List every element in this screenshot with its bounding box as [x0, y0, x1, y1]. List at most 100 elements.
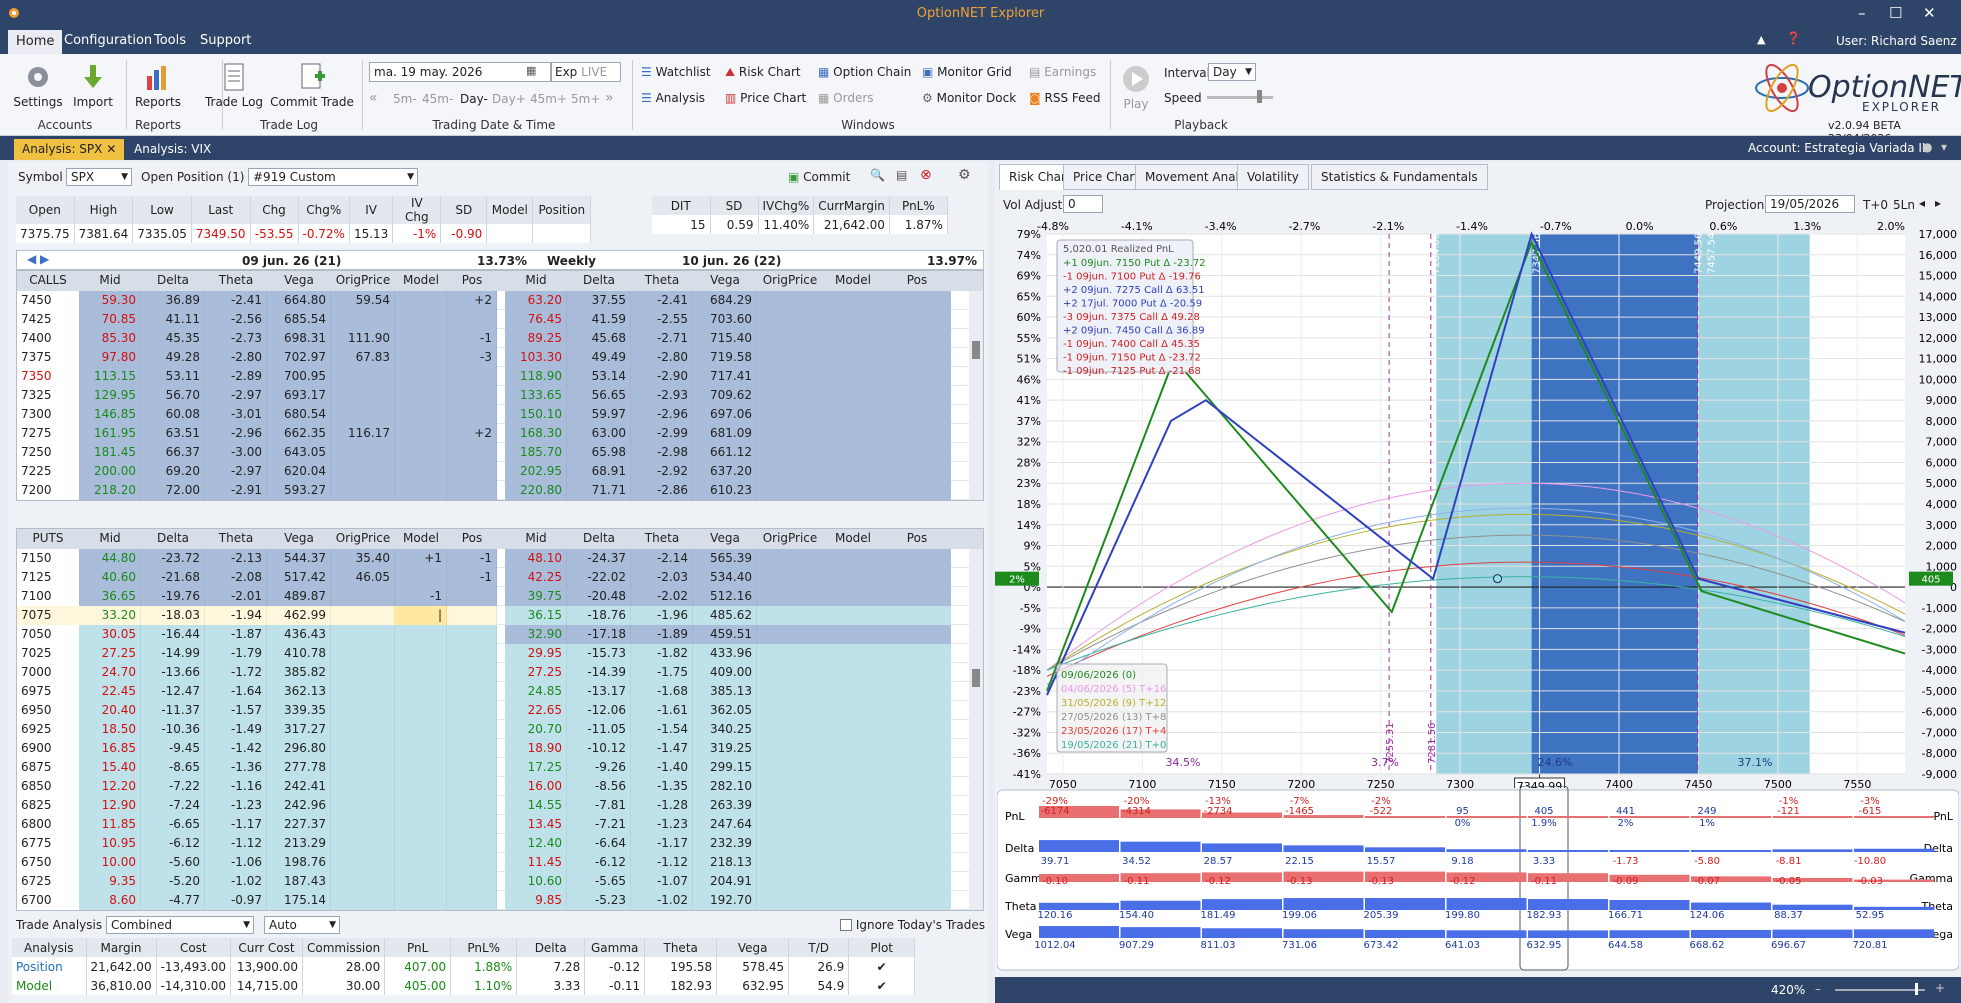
weekly-empty-cell[interactable] — [757, 367, 823, 386]
chain-cell[interactable] — [447, 872, 497, 891]
chain-cell[interactable] — [395, 872, 447, 891]
column-header[interactable]: Delta — [567, 273, 631, 287]
chain-cell[interactable] — [331, 644, 395, 663]
weekly-empty-cell[interactable] — [823, 291, 883, 310]
chain-cell[interactable] — [331, 682, 395, 701]
ignore-trades-checkbox[interactable]: Ignore Today's Trades — [840, 918, 985, 932]
chain-cell[interactable]: +2 — [447, 424, 497, 443]
chain-cell[interactable] — [447, 815, 497, 834]
step-45m-fwd[interactable]: 45m+ — [530, 92, 567, 106]
weekly-empty-cell[interactable] — [757, 549, 823, 568]
column-header[interactable]: Pos — [883, 531, 951, 545]
calls-row[interactable]: 7450 59.30 36.89 -2.41 664.80 59.54 +2 63.20 37.… — [17, 291, 983, 310]
chain-cell[interactable] — [395, 663, 447, 682]
puts-row[interactable]: 7150 44.80 -23.72 -2.13 544.37 35.40 +1 -1 48.10… — [17, 549, 983, 568]
weekly-empty-cell[interactable] — [883, 834, 951, 853]
trade-header[interactable]: Margin — [86, 938, 157, 957]
column-header[interactable]: Vega — [693, 273, 757, 287]
weekly-empty-cell[interactable] — [883, 424, 951, 443]
collapse-ribbon-icon[interactable]: ▲ — [1757, 33, 1765, 46]
trading-date-field[interactable]: ma. 19 may. 2026 — [369, 62, 551, 82]
trade-cell[interactable]: ✔ — [848, 957, 916, 976]
chain-cell[interactable] — [395, 367, 447, 386]
weekly-empty-cell[interactable] — [757, 625, 823, 644]
column-header[interactable]: Theta — [205, 273, 267, 287]
chain-cell[interactable] — [395, 386, 447, 405]
column-header[interactable]: Theta — [631, 531, 693, 545]
column-header[interactable]: Theta — [631, 273, 693, 287]
play-button[interactable]: Play — [1118, 64, 1154, 111]
column-header[interactable]: OrigPrice — [331, 273, 395, 287]
chain-cell[interactable] — [447, 834, 497, 853]
step-fwd-icon[interactable]: » — [605, 90, 614, 106]
interval-select[interactable]: Day ▼ — [1208, 63, 1256, 81]
commit-trade-button[interactable]: Commit Trade — [270, 62, 354, 109]
delete-icon[interactable]: ⊗ — [920, 167, 932, 183]
weekly-empty-cell[interactable] — [823, 644, 883, 663]
trade-header[interactable]: Analysis — [12, 938, 87, 957]
exp-live-toggle[interactable]: Exp LIVE — [551, 62, 621, 82]
chain-cell[interactable]: | — [395, 606, 447, 625]
chain-cell[interactable] — [447, 625, 497, 644]
trade-log-button[interactable]: Trade Log — [204, 62, 264, 109]
chain-cell[interactable] — [395, 758, 447, 777]
risk-chart-button[interactable]: ⛰ Risk Chart — [725, 65, 801, 80]
column-header[interactable]: Model — [823, 273, 883, 287]
chain-cell[interactable] — [447, 462, 497, 481]
weekly-empty-cell[interactable] — [883, 367, 951, 386]
projection-date-select[interactable]: 19/05/2026 — [1765, 195, 1855, 213]
column-header[interactable]: Delta — [141, 273, 205, 287]
column-header[interactable]: Delta — [567, 531, 631, 545]
chain-cell[interactable] — [331, 663, 395, 682]
trade-row[interactable]: Position 21,642.00 -13,493.00 13,900.00 28.0… — [12, 957, 916, 976]
chain-cell[interactable] — [395, 329, 447, 348]
chain-cell[interactable] — [331, 796, 395, 815]
column-header[interactable]: Vega — [693, 531, 757, 545]
orders-button[interactable]: ▦ Orders — [818, 91, 874, 105]
chain-cell[interactable] — [447, 367, 497, 386]
chain-cell[interactable] — [331, 606, 395, 625]
weekly-empty-cell[interactable] — [883, 853, 951, 872]
weekly-empty-cell[interactable] — [883, 405, 951, 424]
chain-cell[interactable] — [395, 720, 447, 739]
chain-cell[interactable] — [395, 424, 447, 443]
weekly-empty-cell[interactable] — [757, 310, 823, 329]
column-header[interactable]: OrigPrice — [757, 531, 823, 545]
weekly-empty-cell[interactable] — [883, 549, 951, 568]
chain-cell[interactable]: 67.83 — [331, 348, 395, 367]
puts-row[interactable]: 6850 12.20 -7.22 -1.16 242.41 16.00 -8.56 -1.35… — [17, 777, 983, 796]
weekly-empty-cell[interactable] — [757, 796, 823, 815]
chain-cell[interactable]: -1 — [447, 568, 497, 587]
calls-row[interactable]: 7400 85.30 45.35 -2.73 698.31 111.90 -1 89.25 45… — [17, 329, 983, 348]
weekly-empty-cell[interactable] — [823, 663, 883, 682]
weekly-empty-cell[interactable] — [823, 606, 883, 625]
weekly-empty-cell[interactable] — [823, 549, 883, 568]
tab-statistics-fundamentals[interactable]: Statistics & Fundamentals — [1311, 164, 1488, 190]
column-header[interactable]: Mid — [79, 531, 141, 545]
weekly-empty-cell[interactable] — [823, 386, 883, 405]
zoom-slider[interactable] — [1835, 989, 1925, 991]
chain-cell[interactable]: 111.90 — [331, 329, 395, 348]
puts-row[interactable]: 7075 33.20 -18.03 -1.94 462.99 | 36.15 -18.76 -1… — [17, 606, 983, 625]
weekly-empty-cell[interactable] — [883, 682, 951, 701]
zoom-out-icon[interactable]: – — [1815, 982, 1821, 996]
column-header[interactable]: Mid — [505, 273, 567, 287]
menu-support[interactable]: Support — [194, 33, 257, 48]
weekly-empty-cell[interactable] — [823, 834, 883, 853]
column-header[interactable]: Vega — [267, 531, 331, 545]
chain-cell[interactable] — [447, 644, 497, 663]
weekly-empty-cell[interactable] — [823, 720, 883, 739]
speed-slider-handle[interactable] — [1257, 90, 1262, 103]
chain-cell[interactable] — [447, 758, 497, 777]
chain-cell[interactable] — [447, 443, 497, 462]
weekly-empty-cell[interactable] — [757, 853, 823, 872]
puts-row[interactable]: 6925 18.50 -10.36 -1.49 317.27 20.70 -11.05 -1.… — [17, 720, 983, 739]
chain-cell[interactable] — [395, 291, 447, 310]
option-chain-button[interactable]: ▦ Option Chain — [818, 65, 911, 79]
chain-cell[interactable] — [331, 443, 395, 462]
weekly-empty-cell[interactable] — [823, 587, 883, 606]
chain-cell[interactable] — [447, 777, 497, 796]
chain-cell[interactable] — [331, 891, 395, 910]
weekly-empty-cell[interactable] — [757, 758, 823, 777]
chain-cell[interactable] — [331, 758, 395, 777]
